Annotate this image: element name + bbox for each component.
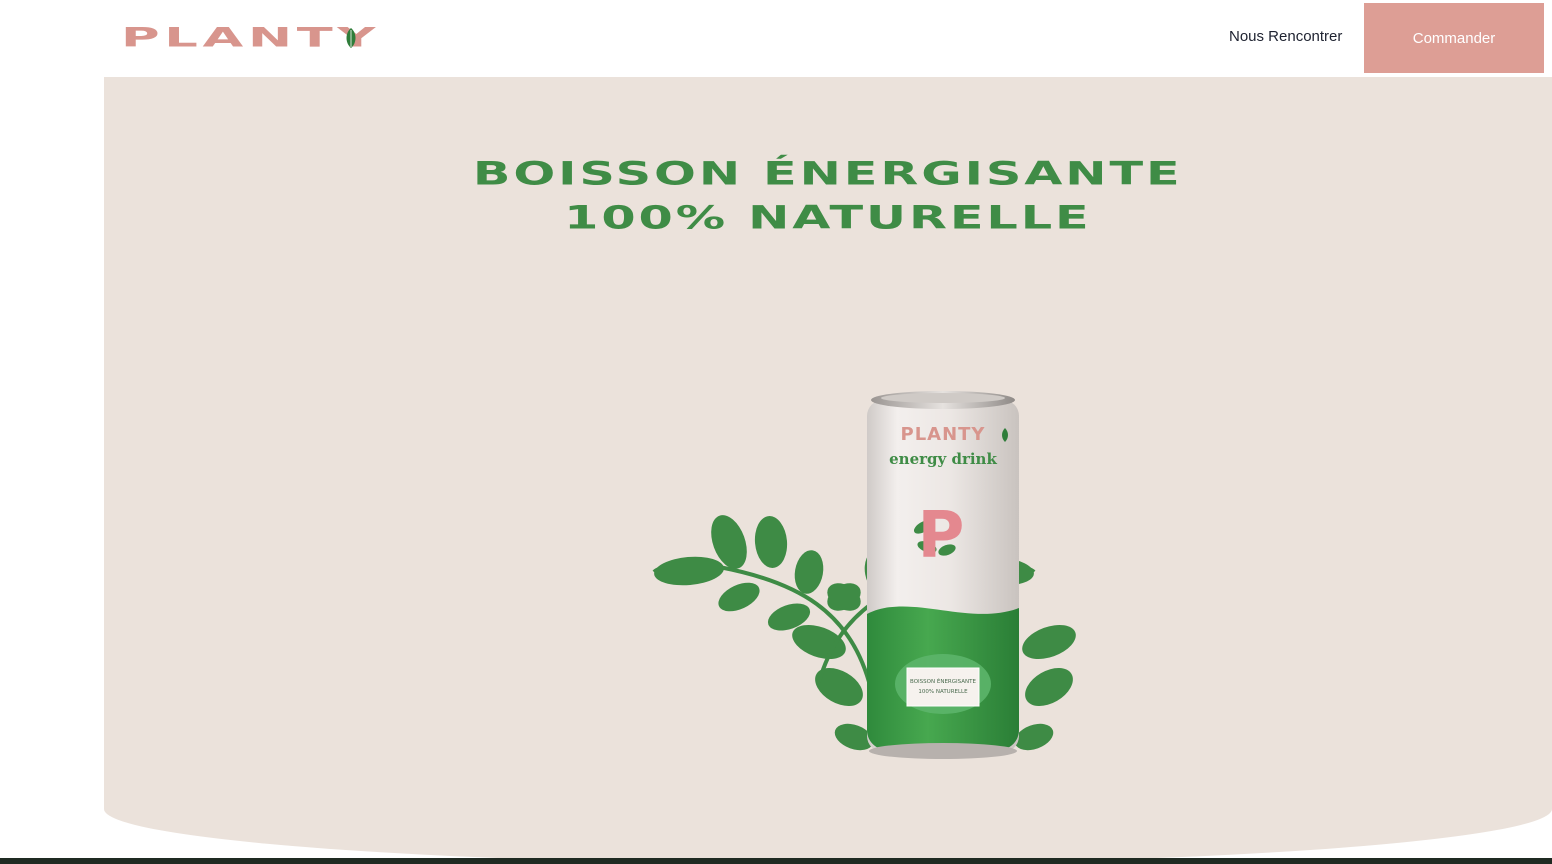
can-subtitle: energy drink [889, 450, 997, 468]
product-image: PLANTY energy drink P BOISSON ÉNERGISANT… [652, 391, 1076, 759]
hero-title-line1: BOISSON ÉNERGISANTE [473, 155, 1183, 193]
logo-text: PLANTY [121, 22, 381, 54]
hero-title-line2: 100% NATURELLE [564, 199, 1092, 237]
can-label-line1: BOISSON ÉNERGISANTE [910, 677, 976, 685]
can-label-line2: 100% NATURELLE [918, 689, 968, 695]
site-header: PLANTY Nous Rencontrer Commander [0, 0, 1552, 76]
can-brand: PLANTY [901, 424, 986, 445]
energy-can: PLANTY energy drink P BOISSON ÉNERGISANT… [867, 391, 1019, 759]
footer-edge [0, 858, 1552, 864]
can-monogram: P [918, 499, 965, 573]
nav-link-nous-rencontrer[interactable]: Nous Rencontrer [1229, 28, 1342, 45]
logo[interactable]: PLANTY [121, 22, 375, 54]
commander-button[interactable]: Commander [1364, 3, 1544, 73]
leaf-icon [346, 28, 356, 48]
hero-section: BOISSON ÉNERGISANTE 100% NATURELLE PLANT… [104, 77, 1552, 864]
